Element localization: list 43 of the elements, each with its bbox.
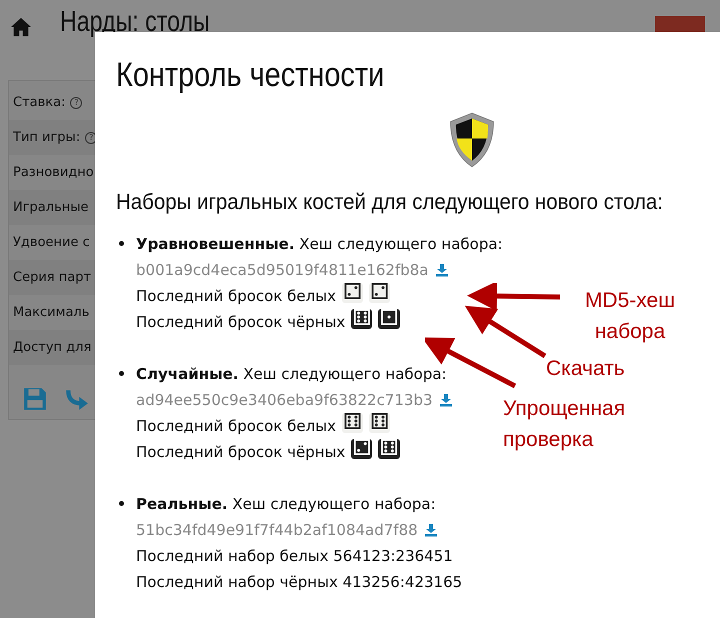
- field-label: Серия парт: [13, 270, 92, 285]
- field-label: Доступ для: [13, 340, 92, 355]
- annotation-label: Скачать: [546, 356, 625, 382]
- roll-label: Последний бросок белых: [136, 287, 336, 305]
- download-icon[interactable]: [424, 523, 438, 537]
- bullet-icon: [119, 501, 124, 506]
- annotation-label: Упрощенная проверка: [503, 396, 626, 453]
- page-title: Нарды: столы: [60, 7, 210, 37]
- home-icon[interactable]: [10, 17, 32, 37]
- field-label: Ставка:: [13, 95, 66, 110]
- roll-label: Последний бросок белых: [136, 417, 336, 435]
- roll-label: Последний бросок чёрных: [136, 313, 346, 331]
- set-caption: Уравновешенные. Хеш следующего набора:: [136, 234, 503, 255]
- annotation-label: MD5-хеш набора: [584, 288, 676, 345]
- die-icon: ⚅: [369, 413, 390, 433]
- dialog-title: Контроль честности: [116, 55, 386, 95]
- die-icon: ⚀: [378, 309, 400, 329]
- die-icon: ⚁: [369, 283, 390, 303]
- download-icon[interactable]: [434, 263, 448, 277]
- field-label: Разновидно: [13, 165, 94, 180]
- set-caption: Реальные. Хеш следующего набора:: [136, 494, 437, 515]
- hash-text: ad94ee550c9e3406eba9f63822c713b3: [136, 391, 433, 409]
- die-icon: ⚅: [351, 309, 372, 329]
- field-label: Игральные: [13, 200, 89, 215]
- roll-label: Последний бросок чёрных: [136, 443, 346, 461]
- die-icon: ⚁: [351, 439, 372, 459]
- field-label: Максималь: [13, 305, 90, 320]
- hash-text: 51bc34fd49e91f7f44b2af1084ad7f88: [136, 521, 418, 539]
- die-icon: ⚅: [378, 439, 400, 459]
- die-icon: ⚁: [342, 283, 364, 303]
- download-icon[interactable]: [438, 393, 453, 407]
- hash-text: b001a9cd4eca5d95019f4811e162fb8a: [136, 261, 428, 279]
- shield-icon: [449, 111, 495, 169]
- field-label: Тип игры:: [13, 130, 80, 145]
- die-icon: ⚅: [342, 413, 364, 433]
- set-caption: Случайные. Хеш следующего набора:: [136, 364, 448, 385]
- bullet-icon: [119, 371, 124, 376]
- field-label: Удвоение с: [13, 235, 90, 250]
- bullet-icon: [119, 241, 124, 246]
- help-icon[interactable]: ?: [70, 96, 82, 108]
- section-heading: Наборы игральных костей для следующего нового стола:: [116, 189, 664, 215]
- set-result: Последний набор чёрных 413256:423165: [136, 573, 462, 591]
- set-result: Последний набор белых 564123:236451: [136, 547, 453, 565]
